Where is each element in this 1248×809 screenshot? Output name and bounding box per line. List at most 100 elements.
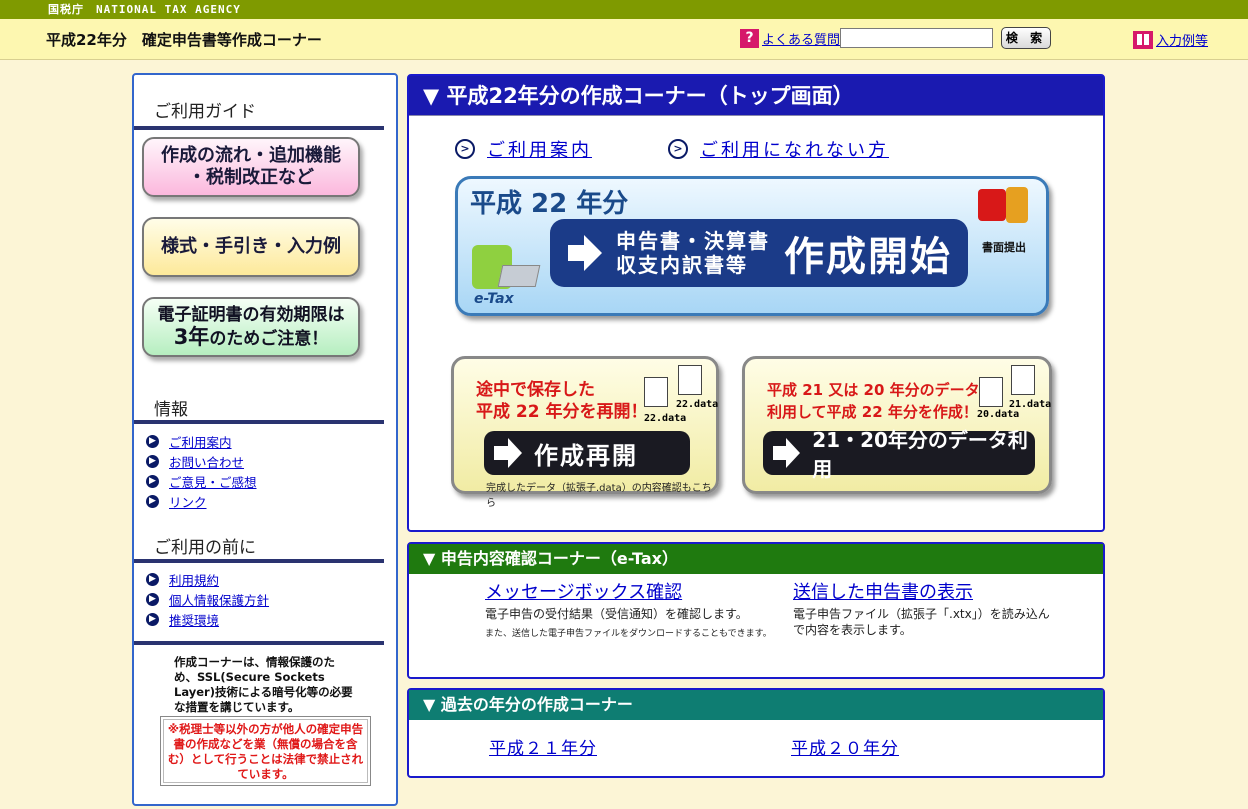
guide-link[interactable]: > ご利用案内 xyxy=(455,136,592,162)
search-input[interactable] xyxy=(840,28,993,48)
document-icon xyxy=(979,377,1003,407)
arrow-circle-icon: > xyxy=(668,139,688,159)
list-item[interactable]: ▶ ご利用案内 xyxy=(146,431,257,451)
etax-logo: e-Tax xyxy=(474,291,514,307)
document-icon xyxy=(1011,365,1035,395)
header: 平成22年分 確定申告書等作成コーナー ? よくある質問 検 索 入力例等 xyxy=(0,19,1248,60)
start-sub: 申告書・決算書 収支内訳書等 xyxy=(616,229,770,277)
year-20-link[interactable]: 平成２０年分 xyxy=(791,734,899,759)
prior-line2: 利用して平成 22 年分を作成！ xyxy=(767,403,978,421)
divider xyxy=(134,126,384,130)
info-link-guide[interactable]: ご利用案内 xyxy=(169,432,232,451)
start-main-label: 作成開始 xyxy=(784,234,952,280)
input-example-label[interactable]: 入力例等 xyxy=(1156,30,1208,49)
cert-line2a: 3年 xyxy=(173,325,210,349)
flow-features-button[interactable]: 作成の流れ・追加機能 ・税制改正など xyxy=(142,137,360,197)
warning-notice: ※税理士等以外の方が他人の確定申告書の作成などを業（無償の場合を含む）として行う… xyxy=(160,716,371,786)
sent-return-link[interactable]: 送信した申告書の表示 xyxy=(793,578,1053,604)
arrow-right-icon xyxy=(494,446,508,460)
arrow-circle-icon: ▶ xyxy=(146,592,159,606)
list-item[interactable]: ▶ お問い合わせ xyxy=(146,451,257,471)
msgbox-link[interactable]: メッセージボックス確認 xyxy=(485,578,781,604)
cert-expiry-button[interactable]: 電子証明書の有効期限は 3年のためご注意！ xyxy=(142,297,360,357)
forms-guide-button[interactable]: 様式・手引き・入力例 xyxy=(142,217,360,277)
resume-line2: 平成 22 年分を再開！ xyxy=(476,402,648,422)
divider xyxy=(134,420,384,424)
mailbox-icon xyxy=(978,189,1006,221)
info-heading: 情報 xyxy=(154,400,188,420)
env-link[interactable]: 推奨環境 xyxy=(169,610,219,629)
confirm-heading: ▼ 申告内容確認コーナー（e-Tax） xyxy=(409,544,1103,574)
info-link-links[interactable]: リンク xyxy=(169,492,207,511)
resume-line1: 途中で保存した xyxy=(476,380,595,400)
start-sub-line2: 収支内訳書等 xyxy=(616,253,748,277)
arrow-circle-icon: ▶ xyxy=(146,454,159,468)
prior-data-use-button[interactable]: 21・20年分のデータ利用 xyxy=(763,428,1035,481)
arrow-circle-icon: ▶ xyxy=(146,572,159,586)
prior-label: 21・20年分のデータ利用 xyxy=(812,428,1028,481)
faq-link[interactable]: ? よくある質問 xyxy=(740,29,840,48)
faq-label[interactable]: よくある質問 xyxy=(762,29,840,48)
info-list: ▶ ご利用案内 ▶ お問い合わせ ▶ ご意見・ご感想 ▶ リンク xyxy=(146,431,257,511)
arrow-circle-icon: ▶ xyxy=(146,494,159,508)
main-heading: ▼ 平成22年分の作成コーナー（トップ画面） xyxy=(409,76,1103,116)
document-icon xyxy=(644,377,668,407)
before-list: ▶ 利用規約 ▶ 個人情報保護方針 ▶ 推奨環境 xyxy=(146,569,269,629)
newcomer-link[interactable]: > ご利用になれない方 xyxy=(668,136,889,162)
flow-line1: 作成の流れ・追加機能 xyxy=(161,145,341,166)
resume-button[interactable]: 作成再開 xyxy=(484,431,690,475)
arrow-circle-icon: ▶ xyxy=(146,612,159,626)
start-sub-line1: 申告書・決算書 xyxy=(616,229,770,253)
start-year: 平成 22 年分 xyxy=(470,189,629,219)
sent-desc: 電子申告ファイル（拡張子「.xtx」）を読み込んで内容を表示します。 xyxy=(793,607,1050,637)
year-21-link[interactable]: 平成２１年分 xyxy=(489,734,597,759)
terms-link[interactable]: 利用規約 xyxy=(169,570,219,589)
sent-section: 送信した申告書の表示 電子申告ファイル（拡張子「.xtx」）を読み込んで内容を表… xyxy=(793,578,1053,638)
list-item[interactable]: ▶ ご意見・ご感想 xyxy=(146,471,257,491)
guide-link-label[interactable]: ご利用案内 xyxy=(487,136,592,162)
arrow-right-icon-head xyxy=(584,235,602,271)
newcomer-link-label[interactable]: ご利用になれない方 xyxy=(700,136,889,162)
input-example-link[interactable]: 入力例等 xyxy=(1133,30,1208,49)
before-heading: ご利用の前に xyxy=(154,538,256,558)
start-creation-button[interactable]: 平成 22 年分 e-Tax 申告書・決算書 収支内訳書等 作成開始 書面提出 xyxy=(455,176,1049,316)
list-item[interactable]: ▶ 推奨環境 xyxy=(146,609,269,629)
past-years-panel: ▼ 過去の年分の作成コーナー 平成２１年分 平成２０年分 xyxy=(407,688,1105,778)
arrow-circle-icon: ▶ xyxy=(146,474,159,488)
flow-line2: ・税制改正など xyxy=(188,167,314,188)
search-button[interactable]: 検 索 xyxy=(1001,27,1051,49)
page-title: 平成22年分 確定申告書等作成コーナー xyxy=(46,31,322,49)
resume-text: 途中で保存した 平成 22 年分を再開！ xyxy=(476,379,648,423)
arrow-right-icon xyxy=(568,245,584,261)
resume-label: 作成再開 xyxy=(534,441,638,470)
list-item[interactable]: ▶ 個人情報保護方針 xyxy=(146,589,269,609)
start-button[interactable]: 申告書・決算書 収支内訳書等 作成開始 xyxy=(550,219,968,287)
msgbox-desc: 電子申告の受付結果（受信通知）を確認します。 xyxy=(485,607,748,621)
prior-data-button[interactable]: 平成 21 又は 20 年分のデータを 利用して平成 22 年分を作成！ 20.d… xyxy=(742,356,1052,494)
laptop-icon xyxy=(497,265,541,287)
msgbox-small: また、送信した電子申告ファイルをダウンロードすることもできます。 xyxy=(485,629,772,639)
doc-label: 22.data xyxy=(644,413,687,424)
document-icon xyxy=(678,365,702,395)
prior-text: 平成 21 又は 20 年分のデータを 利用して平成 22 年分を作成！ xyxy=(767,379,995,423)
info-link-contact[interactable]: お問い合わせ xyxy=(169,452,244,471)
cert-line1a: 電子証明書の有効期限 xyxy=(157,305,328,325)
agency-bar: 国税庁 NATIONAL TAX AGENCY xyxy=(0,0,1248,19)
doc-label: 22.data xyxy=(676,399,719,410)
list-item[interactable]: ▶ 利用規約 xyxy=(146,569,269,589)
prior-line1: 平成 21 又は 20 年分のデータを xyxy=(767,381,995,399)
guide-heading: ご利用ガイド xyxy=(154,102,256,122)
resume-creation-button[interactable]: 途中で保存した 平成 22 年分を再開！ 22.data 22.data 作成再開… xyxy=(451,356,719,509)
info-link-feedback[interactable]: ご意見・ご感想 xyxy=(169,472,257,491)
book-icon xyxy=(1133,30,1153,49)
sidebar: ご利用ガイド 作成の流れ・追加機能 ・税制改正など 様式・手引き・入力例 電子証明… xyxy=(132,73,398,806)
list-item[interactable]: ▶ リンク xyxy=(146,491,257,511)
divider xyxy=(134,559,384,563)
cert-line1b: は xyxy=(327,305,345,325)
forms-label: 様式・手引き・入力例 xyxy=(161,236,341,257)
mailbox-icon-2 xyxy=(1006,187,1028,223)
arrow-right-icon-head xyxy=(786,438,801,468)
arrow-right-icon xyxy=(773,446,787,460)
privacy-link[interactable]: 個人情報保護方針 xyxy=(169,590,269,609)
question-icon: ? xyxy=(740,29,759,48)
